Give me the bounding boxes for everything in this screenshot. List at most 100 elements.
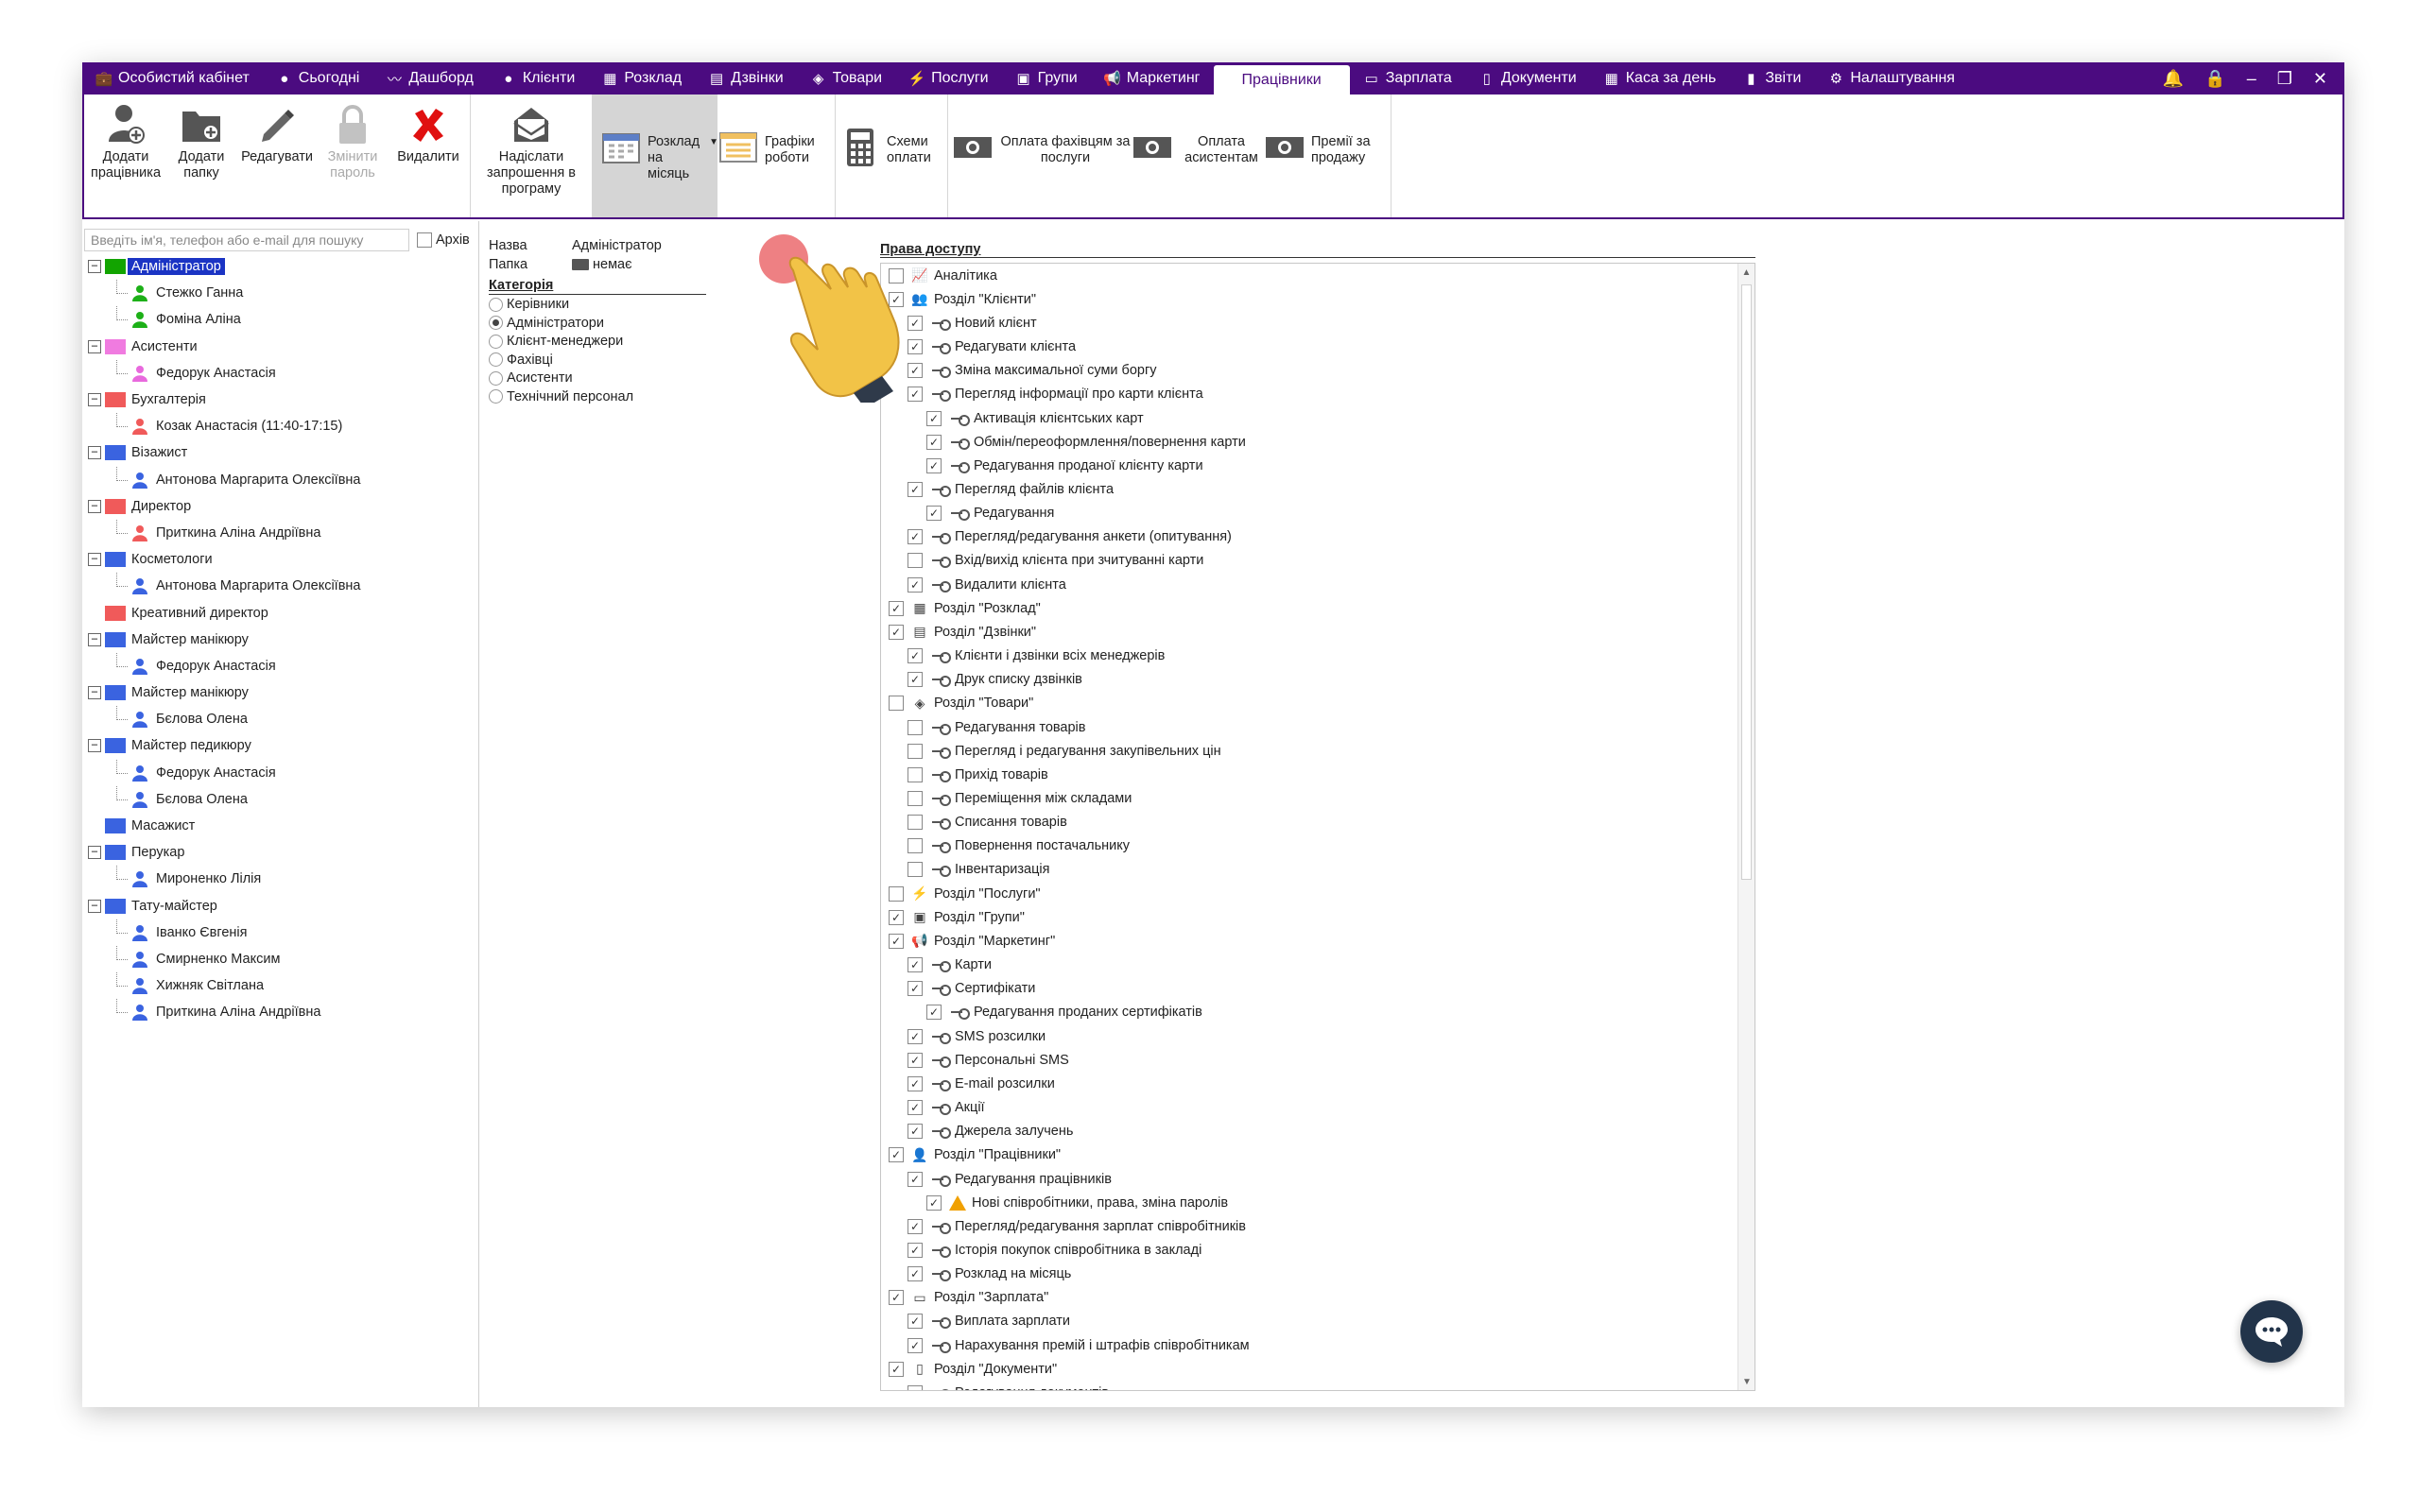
collapse-toggle-icon[interactable]: − xyxy=(88,686,101,700)
access-right-item[interactable]: ✓ Обмін/переоформлення/повернення карти xyxy=(889,430,1720,454)
access-right-item[interactable]: ✓ Акції xyxy=(889,1095,1720,1119)
scrollbar-thumb[interactable] xyxy=(1741,284,1752,880)
category-radio[interactable]: Адміністратори xyxy=(489,316,604,331)
access-right-item[interactable]: ✓ Новий клієнт xyxy=(889,311,1720,335)
work-schedules-button[interactable]: Графіки роботи xyxy=(717,100,831,217)
access-right-item[interactable]: ✓ Джерела залучень xyxy=(889,1120,1720,1143)
access-right-item[interactable]: ✓ Редагувати клієнта xyxy=(889,335,1720,358)
collapse-toggle-icon[interactable]: − xyxy=(88,499,101,513)
access-right-checkbox[interactable]: ✓ xyxy=(908,1171,923,1187)
collapse-toggle-icon[interactable]: − xyxy=(88,846,101,860)
nav-tab-9[interactable]: 📢 Маркетинг xyxy=(1091,62,1214,94)
access-right-item[interactable]: ✓ 📢 Розділ "Маркетинг" xyxy=(889,929,1720,953)
access-right-item[interactable]: ✓ Видалити клієнта xyxy=(889,573,1720,596)
access-right-checkbox[interactable] xyxy=(908,719,923,735)
access-right-checkbox[interactable] xyxy=(908,553,923,569)
access-right-checkbox[interactable]: ✓ xyxy=(926,1005,942,1021)
tree-folder-item[interactable]: − Бухгалтерія xyxy=(84,387,477,413)
nav-tab-3[interactable]: ● Клієнти xyxy=(487,62,588,94)
access-right-item[interactable]: ✓ Розклад на місяць xyxy=(889,1263,1720,1286)
add-employee-button[interactable]: Додати працівника xyxy=(88,100,164,217)
access-right-checkbox[interactable]: ✓ xyxy=(926,506,942,522)
archive-checkbox[interactable]: Архів xyxy=(417,232,470,248)
nav-tab-0[interactable]: 💼 Особистий кабінет xyxy=(82,62,263,94)
close-icon[interactable]: ✕ xyxy=(2313,69,2327,89)
access-right-item[interactable]: Редагування документів xyxy=(889,1381,1720,1390)
tree-employee-item[interactable]: Антонова Маргарита Олексіївна xyxy=(84,573,477,599)
tree-employee-item[interactable]: Хижняк Світлана xyxy=(84,972,477,999)
access-right-checkbox[interactable]: ✓ xyxy=(908,1314,923,1330)
access-right-item[interactable]: ✓ Виплата зарплати xyxy=(889,1310,1720,1333)
tree-folder-item[interactable]: Масажист xyxy=(84,813,477,839)
access-right-checkbox[interactable]: ✓ xyxy=(908,1124,923,1140)
nav-tab-2[interactable]: 〰 Дашборд xyxy=(372,62,487,94)
access-right-item[interactable]: ✓ Карти xyxy=(889,954,1720,977)
category-radio[interactable]: Технічний персонал xyxy=(489,389,633,404)
access-right-item[interactable]: Інвентаризація xyxy=(889,858,1720,882)
pay-specialists-button[interactable]: Оплата фахівцям за послуги xyxy=(952,100,1132,217)
tree-folder-item[interactable]: Креативний директор xyxy=(84,599,477,626)
access-right-item[interactable]: ✓ Редагування xyxy=(889,502,1720,525)
scroll-up-icon[interactable]: ▲ xyxy=(1738,264,1754,281)
tree-folder-item[interactable]: − Майстер манікюру xyxy=(84,627,477,653)
access-right-item[interactable]: Перегляд і редагування закупівельних цін xyxy=(889,739,1720,763)
tree-employee-item[interactable]: Фоміна Аліна xyxy=(84,306,477,333)
access-right-item[interactable]: ✓ Редагування проданої клієнту карти xyxy=(889,454,1720,477)
access-right-item[interactable]: ◈ Розділ "Товари" xyxy=(889,692,1720,715)
access-right-checkbox[interactable]: ✓ xyxy=(908,957,923,973)
nav-tab-13[interactable]: ▦ Каса за день xyxy=(1590,62,1730,94)
access-right-checkbox[interactable]: ✓ xyxy=(908,672,923,688)
scroll-down-icon[interactable]: ▼ xyxy=(1738,1373,1754,1390)
access-right-item[interactable]: ✓ Перегляд інформації про карти клієнта xyxy=(889,383,1720,406)
archive-checkbox-box[interactable] xyxy=(417,232,432,248)
access-right-item[interactable]: ✓ Нарахування премій і штрафів співробітн… xyxy=(889,1333,1720,1357)
delete-button[interactable]: Видалити xyxy=(390,100,466,217)
tree-folder-item[interactable]: − Тату-майстер xyxy=(84,893,477,919)
category-radio[interactable]: Керівники xyxy=(489,297,569,312)
collapse-toggle-icon[interactable]: − xyxy=(88,739,101,753)
tree-folder-item[interactable]: − Адміністратор xyxy=(84,253,477,280)
access-right-item[interactable]: ✓ Сертифікати xyxy=(889,977,1720,1001)
access-right-item[interactable]: ✓ Редагування проданих сертифікатів xyxy=(889,1001,1720,1024)
access-right-checkbox[interactable]: ✓ xyxy=(908,1052,923,1068)
nav-tab-14[interactable]: ▮ Звіти xyxy=(1729,62,1814,94)
access-right-item[interactable]: ✓ Перегляд/редагування анкети (опитування… xyxy=(889,525,1720,549)
category-radio[interactable]: Асистенти xyxy=(489,370,573,386)
search-input[interactable] xyxy=(84,229,409,251)
access-right-item[interactable]: ✓ Активація клієнтських карт xyxy=(889,406,1720,430)
access-right-item[interactable]: ✓ ▦ Розділ "Розклад" xyxy=(889,596,1720,620)
access-right-checkbox[interactable]: ✓ xyxy=(908,1218,923,1234)
access-right-item[interactable]: ✓ ▣ Розділ "Групи" xyxy=(889,905,1720,929)
access-right-checkbox[interactable]: ✓ xyxy=(908,529,923,545)
access-right-item[interactable]: ✓ ▭ Розділ "Зарплата" xyxy=(889,1286,1720,1310)
radio-indicator[interactable] xyxy=(489,389,503,404)
access-right-checkbox[interactable] xyxy=(908,862,923,878)
tree-employee-item[interactable]: Антонова Маргарита Олексіївна xyxy=(84,466,477,493)
nav-tab-7[interactable]: ⚡ Послуги xyxy=(895,62,1002,94)
access-right-item[interactable]: ✓ Перегляд файлів клієнта xyxy=(889,477,1720,501)
radio-indicator[interactable] xyxy=(489,297,503,312)
chat-button[interactable] xyxy=(2240,1300,2303,1363)
access-right-item[interactable]: ✓ SMS розсилки xyxy=(889,1024,1720,1048)
access-right-checkbox[interactable] xyxy=(908,838,923,854)
access-right-checkbox[interactable] xyxy=(908,743,923,759)
access-right-item[interactable]: Вхід/вихід клієнта при зчитуванні карти xyxy=(889,549,1720,573)
collapse-toggle-icon[interactable]: − xyxy=(88,393,101,407)
access-right-item[interactable]: ⚡ Розділ "Послуги" xyxy=(889,882,1720,905)
send-invite-button[interactable]: Надіслати запрошення в програму xyxy=(475,100,588,217)
access-right-item[interactable]: Прихід товарів xyxy=(889,763,1720,786)
bell-icon[interactable]: 🔔 xyxy=(2163,69,2184,89)
tree-folder-item[interactable]: − Косметологи xyxy=(84,546,477,573)
tree-employee-item[interactable]: Приткина Аліна Андріївна xyxy=(84,999,477,1025)
access-right-checkbox[interactable] xyxy=(908,791,923,807)
tree-employee-item[interactable]: Бєлова Олена xyxy=(84,706,477,732)
tree-folder-item[interactable]: − Перукар xyxy=(84,839,477,866)
access-right-checkbox[interactable]: ✓ xyxy=(889,624,904,640)
tree-folder-item[interactable]: − Асистенти xyxy=(84,334,477,360)
tree-employee-item[interactable]: Стежко Ганна xyxy=(84,280,477,306)
radio-indicator[interactable] xyxy=(489,352,503,367)
tree-folder-item[interactable]: − Візажист xyxy=(84,439,477,466)
access-right-checkbox[interactable]: ✓ xyxy=(889,1290,904,1306)
access-right-checkbox[interactable]: ✓ xyxy=(889,933,904,949)
nav-tab-8[interactable]: ▣ Групи xyxy=(1002,62,1091,94)
